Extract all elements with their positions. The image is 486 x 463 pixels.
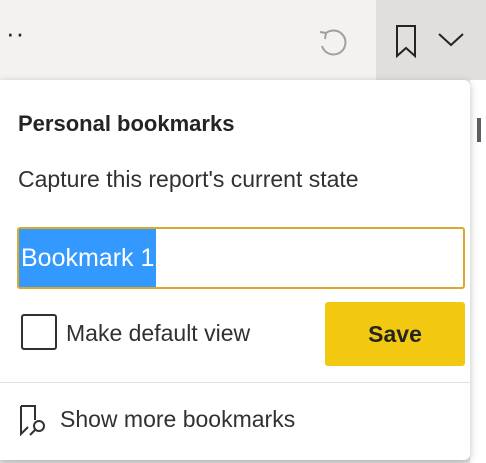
chevron-down-icon bbox=[438, 33, 464, 47]
bookmark-icon bbox=[396, 25, 416, 58]
make-default-view-checkbox[interactable] bbox=[21, 314, 57, 350]
report-toolbar: ·· bbox=[0, 0, 486, 80]
save-button[interactable]: Save bbox=[325, 302, 465, 366]
bookmark-name-value: Bookmark 1 bbox=[19, 229, 157, 287]
popup-title: Personal bookmarks bbox=[18, 111, 235, 136]
bookmark-menu-button[interactable] bbox=[376, 0, 486, 80]
popup-subtitle: Capture this report's current state bbox=[18, 166, 359, 192]
reset-icon[interactable] bbox=[316, 26, 350, 60]
bookmark-search-icon bbox=[20, 405, 45, 437]
divider bbox=[0, 382, 470, 383]
show-more-bookmarks-label: Show more bookmarks bbox=[60, 406, 296, 432]
make-default-view-label[interactable]: Make default view bbox=[66, 320, 250, 347]
personal-bookmarks-popup: Personal bookmarks Capture this report's… bbox=[0, 80, 470, 460]
bookmark-name-input[interactable]: Bookmark 1 bbox=[17, 227, 465, 289]
show-more-bookmarks-link[interactable]: Show more bookmarks bbox=[18, 398, 458, 442]
more-options-icon[interactable]: ·· bbox=[6, 18, 25, 49]
report-canvas-mark bbox=[477, 118, 481, 142]
